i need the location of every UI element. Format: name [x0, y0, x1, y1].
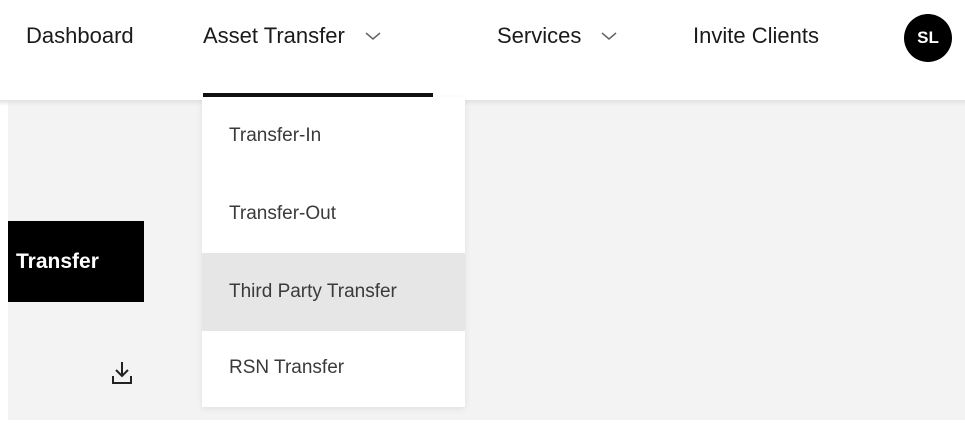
top-navigation: Dashboard Asset Transfer Services Invite… [0, 0, 965, 100]
nav-invite-clients-label: Invite Clients [693, 23, 819, 48]
avatar-initials: SL [917, 28, 939, 47]
nav-dashboard-label: Dashboard [26, 23, 134, 48]
menu-item-label: RSN Transfer [229, 357, 345, 378]
avatar[interactable]: SL [904, 14, 952, 62]
chevron-down-icon [601, 32, 617, 40]
nav-asset-transfer-label: Asset Transfer [203, 23, 345, 48]
menu-item-transfer-out[interactable]: Transfer-Out [202, 175, 465, 253]
menu-item-transfer-in[interactable]: Transfer-In [202, 97, 465, 175]
chevron-down-icon [365, 32, 381, 40]
asset-transfer-dropdown: Transfer-In Transfer-Out Third Party Tra… [202, 97, 465, 407]
menu-item-label: Transfer-Out [229, 203, 336, 224]
menu-item-rsn-transfer[interactable]: RSN Transfer [202, 329, 465, 407]
menu-item-third-party-transfer[interactable]: Third Party Transfer [202, 253, 465, 331]
nav-services[interactable]: Services [497, 22, 617, 50]
transfer-button[interactable]: Transfer [8, 221, 144, 302]
transfer-button-label: Transfer [16, 249, 99, 273]
menu-item-label: Transfer-In [229, 125, 322, 146]
nav-asset-transfer[interactable]: Asset Transfer [203, 22, 381, 50]
header-shadow [0, 100, 965, 106]
page: Dashboard Asset Transfer Services Invite… [0, 0, 965, 423]
nav-services-label: Services [497, 23, 582, 48]
download-icon[interactable] [110, 360, 134, 386]
menu-item-label: Third Party Transfer [229, 281, 397, 302]
main-content [8, 100, 965, 420]
nav-dashboard[interactable]: Dashboard [26, 22, 134, 50]
nav-invite-clients[interactable]: Invite Clients [693, 22, 819, 50]
